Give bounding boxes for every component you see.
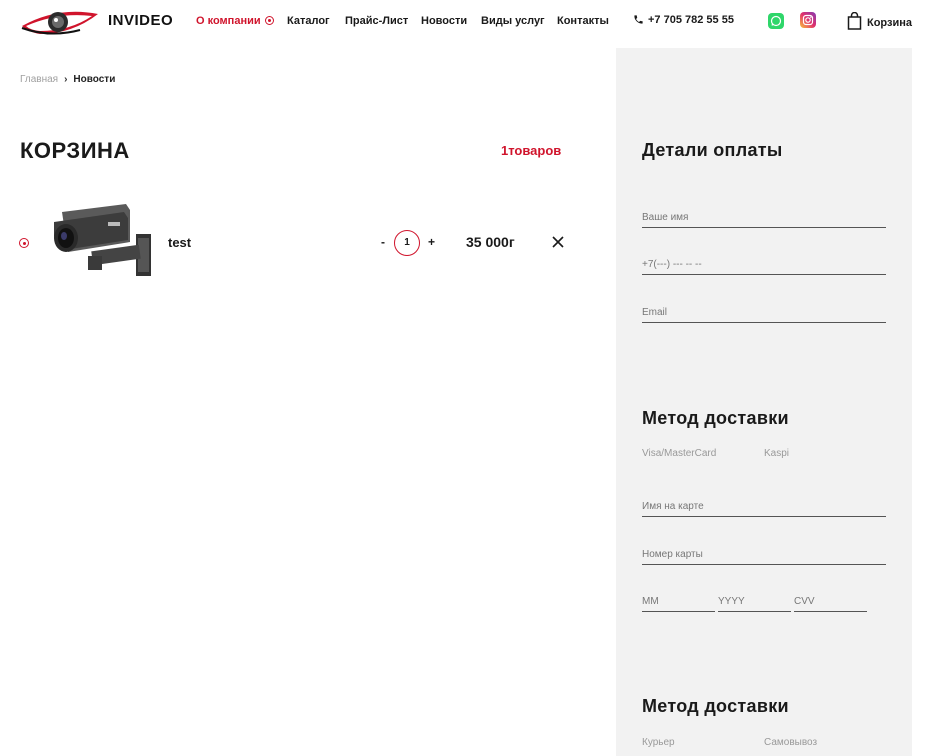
eye-logo-icon[interactable]	[20, 4, 100, 38]
quantity-increase-button[interactable]: +	[428, 235, 435, 249]
card-year-field[interactable]: YYYY	[718, 590, 791, 612]
delivery-option-pickup[interactable]: Самовывоз	[764, 737, 817, 748]
card-year-placeholder: YYYY	[718, 596, 745, 607]
quantity-decrease-button[interactable]: -	[381, 235, 385, 249]
phone-field-placeholder: +7(---) --- -- --	[642, 259, 702, 270]
header-cart-link[interactable]: Корзина	[847, 11, 912, 30]
card-holder-placeholder: Имя на карте	[642, 501, 704, 512]
card-cvv-placeholder: CVV	[794, 596, 815, 607]
whatsapp-icon[interactable]	[768, 13, 784, 29]
breadcrumb-separator: ›	[64, 74, 68, 85]
payment-option-kaspi[interactable]: Kaspi	[764, 448, 789, 459]
email-field-placeholder: Email	[642, 307, 668, 318]
breadcrumb-home[interactable]: Главная	[20, 74, 58, 85]
quantity-value[interactable]: 1	[394, 230, 420, 256]
instagram-icon[interactable]	[800, 12, 816, 28]
camera-product-image[interactable]	[44, 200, 156, 280]
item-price: 35 000г	[466, 234, 515, 250]
card-month-placeholder: MM	[642, 596, 659, 607]
delivery-title: Метод доставки	[642, 696, 789, 716]
close-icon[interactable]	[552, 236, 564, 248]
card-number-field[interactable]: Номер карты	[642, 543, 886, 565]
phone-field[interactable]: +7(---) --- -- --	[642, 253, 886, 275]
phone-icon	[634, 15, 643, 24]
phone-number: +7 705 782 55 55	[648, 14, 734, 26]
shopping-bag-icon	[847, 11, 862, 30]
payment-details-title: Детали оплаты	[642, 140, 783, 160]
card-month-field[interactable]: MM	[642, 590, 715, 612]
nav-catalog[interactable]: Каталог	[287, 15, 330, 27]
nav-about[interactable]: О компании	[196, 15, 274, 27]
delivery-method-title: Метод доставки	[642, 408, 789, 428]
product-name[interactable]: test	[168, 235, 191, 250]
email-field[interactable]: Email	[642, 301, 886, 323]
phone-link[interactable]: +7 705 782 55 55	[633, 14, 734, 26]
nav-contacts[interactable]: Контакты	[557, 15, 609, 27]
card-holder-field[interactable]: Имя на карте	[642, 495, 886, 517]
brand-name[interactable]: INVIDEO	[108, 12, 173, 29]
header-cart-label: Корзина	[867, 17, 912, 29]
checkout-panel: Детали оплаты Ваше имя +7(---) --- -- --…	[616, 48, 912, 756]
cart-item-count: 1товаров	[501, 143, 562, 158]
site-header: INVIDEO О компании Каталог Прайс-Лист Но…	[0, 0, 935, 42]
item-select-radio[interactable]	[19, 238, 29, 248]
active-dot-icon	[264, 16, 274, 25]
delivery-option-courier[interactable]: Курьер	[642, 737, 675, 748]
name-field-placeholder: Ваше имя	[642, 212, 689, 223]
nav-about-label: О компании	[196, 15, 261, 27]
breadcrumb-current: Новости	[73, 74, 116, 85]
nav-services[interactable]: Виды услуг	[481, 15, 545, 27]
breadcrumb: Главная › Новости	[20, 74, 115, 85]
nav-price-list[interactable]: Прайс-Лист	[345, 15, 408, 27]
name-field[interactable]: Ваше имя	[642, 206, 886, 228]
payment-option-visa[interactable]: Visa/MasterCard	[642, 448, 716, 459]
page-title: КОРЗИНА	[20, 138, 130, 163]
card-cvv-field[interactable]: CVV	[794, 590, 867, 612]
nav-news[interactable]: Новости	[421, 15, 467, 27]
card-number-placeholder: Номер карты	[642, 549, 703, 560]
